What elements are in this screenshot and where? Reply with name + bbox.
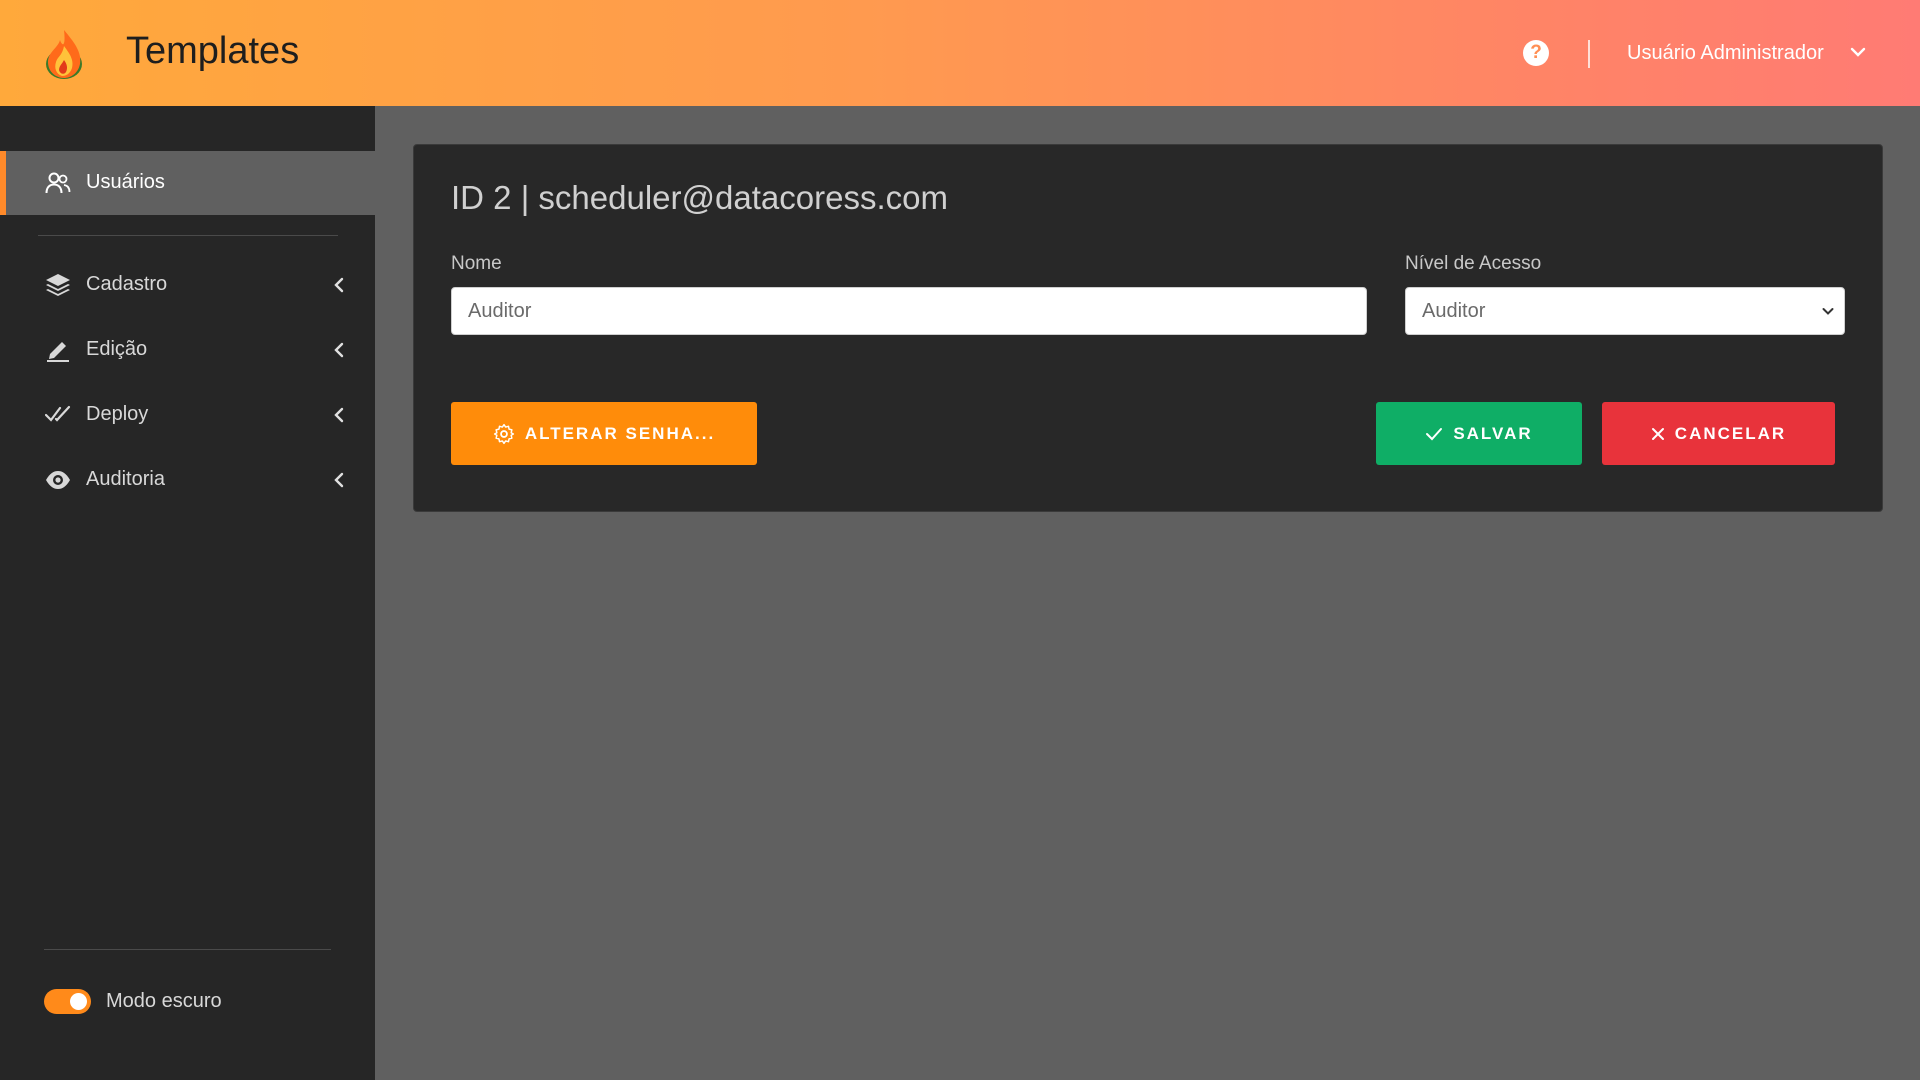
gear-icon xyxy=(493,423,514,444)
cancel-label: CANCELAR xyxy=(1674,423,1787,443)
user-edit-card: ID 2 | scheduler@datacoress.com Nome Aud… xyxy=(413,144,1883,512)
sidebar-divider xyxy=(38,235,338,236)
sidebar-item-usuarios[interactable]: Usuários xyxy=(0,151,375,215)
user-menu-name[interactable]: Usuário Administrador xyxy=(1627,42,1824,65)
access-level-select[interactable]: Auditor xyxy=(1405,287,1845,335)
sidebar-item-deploy[interactable]: Deploy xyxy=(0,383,375,447)
name-label: Nome xyxy=(451,253,502,274)
cancel-button[interactable]: CANCELAR xyxy=(1602,402,1835,465)
card-title: ID 2 | scheduler@datacoress.com xyxy=(451,179,948,216)
name-input[interactable]: Auditor xyxy=(451,287,1367,335)
chevron-left-icon xyxy=(334,277,344,293)
save-label: SALVAR xyxy=(1453,423,1533,443)
change-password-button[interactable]: ALTERAR SENHA... xyxy=(451,402,757,465)
save-button[interactable]: SALVAR xyxy=(1376,402,1582,465)
access-level-value: Auditor xyxy=(1422,300,1486,322)
chevron-left-icon xyxy=(334,407,344,423)
layers-icon xyxy=(46,274,70,296)
sidebar-item-label: Cadastro xyxy=(86,273,168,295)
chevron-down-icon[interactable] xyxy=(1850,46,1866,58)
dark-mode-toggle[interactable] xyxy=(44,989,91,1014)
eye-icon xyxy=(46,471,70,489)
pencil-icon xyxy=(47,342,69,362)
sidebar-item-label: Auditoria xyxy=(86,468,165,490)
access-level-label: Nível de Acesso xyxy=(1405,253,1542,274)
double-check-icon xyxy=(45,405,71,422)
sidebar-item-auditoria[interactable]: Auditoria xyxy=(0,448,375,512)
app-title: Templates xyxy=(126,30,300,72)
close-icon xyxy=(1651,427,1664,440)
sidebar-item-label: Edição xyxy=(86,338,148,360)
sidebar-divider xyxy=(44,949,331,950)
sidebar-item-label: Usuários xyxy=(86,171,165,193)
toggle-knob xyxy=(70,993,87,1010)
check-icon xyxy=(1426,427,1443,440)
chevron-left-icon xyxy=(334,472,344,488)
change-password-label: ALTERAR SENHA... xyxy=(524,423,716,443)
sidebar-item-cadastro[interactable]: Cadastro xyxy=(0,253,375,317)
top-header: Templates ? Usuário Administrador xyxy=(0,0,1920,106)
question-circle-icon[interactable]: ? xyxy=(1523,40,1549,66)
chevron-left-icon xyxy=(334,342,344,358)
users-icon xyxy=(45,172,71,194)
header-divider xyxy=(1588,40,1590,68)
dark-mode-label: Modo escuro xyxy=(106,990,222,1012)
sidebar-item-edicao[interactable]: Edição xyxy=(0,318,375,382)
sidebar-item-label: Deploy xyxy=(86,403,149,425)
flame-logo[interactable] xyxy=(40,26,88,80)
sidebar: Usuários Cadastro Edição Deploy Auditori… xyxy=(0,106,375,1080)
chevron-down-icon xyxy=(1822,308,1834,315)
